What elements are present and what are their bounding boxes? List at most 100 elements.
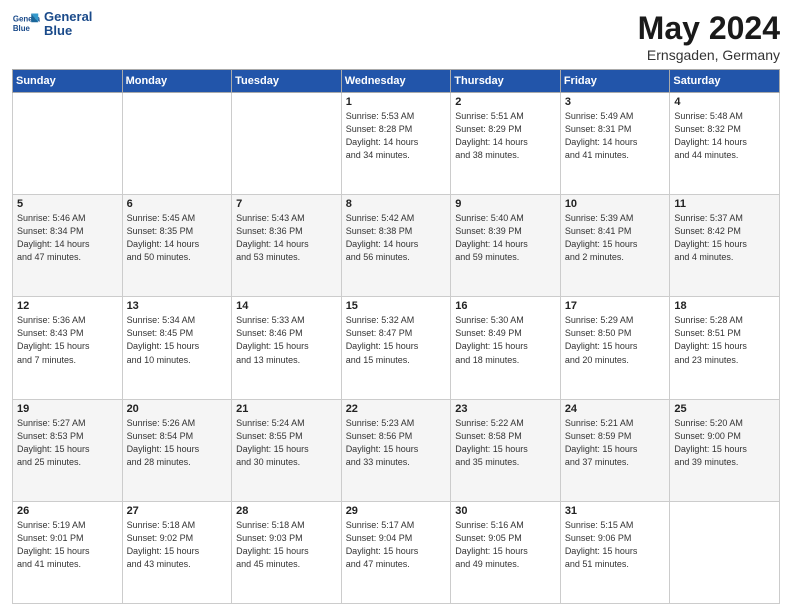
day-number: 22 <box>346 403 447 415</box>
month-title: May 2024 <box>638 10 780 47</box>
day-number: 29 <box>346 505 447 517</box>
day-detail: Sunrise: 5:18 AM Sunset: 9:02 PM Dayligh… <box>127 519 228 571</box>
day-detail: Sunrise: 5:23 AM Sunset: 8:56 PM Dayligh… <box>346 417 447 469</box>
calendar-cell: 12Sunrise: 5:36 AM Sunset: 8:43 PM Dayli… <box>13 297 123 399</box>
day-detail: Sunrise: 5:21 AM Sunset: 8:59 PM Dayligh… <box>565 417 666 469</box>
calendar-cell <box>122 93 232 195</box>
day-detail: Sunrise: 5:32 AM Sunset: 8:47 PM Dayligh… <box>346 314 447 366</box>
calendar-cell: 3Sunrise: 5:49 AM Sunset: 8:31 PM Daylig… <box>560 93 670 195</box>
calendar-header-monday: Monday <box>122 70 232 93</box>
calendar-header-row: SundayMondayTuesdayWednesdayThursdayFrid… <box>13 70 780 93</box>
day-detail: Sunrise: 5:26 AM Sunset: 8:54 PM Dayligh… <box>127 417 228 469</box>
calendar-header-tuesday: Tuesday <box>232 70 342 93</box>
calendar-cell: 9 Sunrise: 5:40 AM Sunset: 8:39 PM Daylig… <box>451 195 561 297</box>
day-detail: Sunrise: 5:40 AM Sunset: 8:39 PM Dayligh… <box>455 212 556 264</box>
day-number: 20 <box>127 403 228 415</box>
calendar-cell: 27Sunrise: 5:18 AM Sunset: 9:02 PM Dayli… <box>122 501 232 603</box>
logo-text-general: General <box>44 10 92 24</box>
day-number: 21 <box>236 403 337 415</box>
day-number: 19 <box>17 403 118 415</box>
calendar-week-row: 12Sunrise: 5:36 AM Sunset: 8:43 PM Dayli… <box>13 297 780 399</box>
location-subtitle: Ernsgaden, Germany <box>638 47 780 63</box>
day-number: 1 <box>346 96 447 108</box>
calendar-cell: 26Sunrise: 5:19 AM Sunset: 9:01 PM Dayli… <box>13 501 123 603</box>
page-container: General Blue General Blue May 2024 Ernsg… <box>0 0 792 612</box>
calendar-cell: 30Sunrise: 5:16 AM Sunset: 9:05 PM Dayli… <box>451 501 561 603</box>
page-header: General Blue General Blue May 2024 Ernsg… <box>12 10 780 63</box>
day-number: 7 <box>236 198 337 210</box>
day-number: 15 <box>346 300 447 312</box>
day-detail: Sunrise: 5:45 AM Sunset: 8:35 PM Dayligh… <box>127 212 228 264</box>
day-number: 4 <box>674 96 775 108</box>
day-detail: Sunrise: 5:46 AM Sunset: 8:34 PM Dayligh… <box>17 212 118 264</box>
day-detail: Sunrise: 5:17 AM Sunset: 9:04 PM Dayligh… <box>346 519 447 571</box>
calendar-cell: 4 Sunrise: 5:48 AM Sunset: 8:32 PM Daylig… <box>670 93 780 195</box>
calendar-cell: 7Sunrise: 5:43 AM Sunset: 8:36 PM Daylig… <box>232 195 342 297</box>
calendar-header-friday: Friday <box>560 70 670 93</box>
day-number: 16 <box>455 300 556 312</box>
day-number: 24 <box>565 403 666 415</box>
day-detail: Sunrise: 5:16 AM Sunset: 9:05 PM Dayligh… <box>455 519 556 571</box>
calendar-cell: 31 Sunrise: 5:15 AM Sunset: 9:06 PM Dayli… <box>560 501 670 603</box>
day-detail: Sunrise: 5:29 AM Sunset: 8:50 PM Dayligh… <box>565 314 666 366</box>
calendar-cell: 16Sunrise: 5:30 AM Sunset: 8:49 PM Dayli… <box>451 297 561 399</box>
day-number: 9 <box>455 198 556 210</box>
calendar-cell <box>13 93 123 195</box>
calendar-header-sunday: Sunday <box>13 70 123 93</box>
day-detail: Sunrise: 5:27 AM Sunset: 8:53 PM Dayligh… <box>17 417 118 469</box>
day-number: 25 <box>674 403 775 415</box>
calendar-cell <box>232 93 342 195</box>
calendar-cell: 29 Sunrise: 5:17 AM Sunset: 9:04 PM Dayli… <box>341 501 451 603</box>
calendar-cell: 1 Sunrise: 5:53 AM Sunset: 8:28 PM Daylig… <box>341 93 451 195</box>
day-detail: Sunrise: 5:15 AM Sunset: 9:06 PM Dayligh… <box>565 519 666 571</box>
day-detail: Sunrise: 5:53 AM Sunset: 8:28 PM Dayligh… <box>346 110 447 162</box>
calendar-cell: 23 Sunrise: 5:22 AM Sunset: 8:58 PM Dayli… <box>451 399 561 501</box>
calendar-cell: 28 Sunrise: 5:18 AM Sunset: 9:03 PM Dayli… <box>232 501 342 603</box>
calendar-header-thursday: Thursday <box>451 70 561 93</box>
calendar-week-row: 26Sunrise: 5:19 AM Sunset: 9:01 PM Dayli… <box>13 501 780 603</box>
calendar-cell: 6 Sunrise: 5:45 AM Sunset: 8:35 PM Daylig… <box>122 195 232 297</box>
calendar-cell: 17Sunrise: 5:29 AM Sunset: 8:50 PM Dayli… <box>560 297 670 399</box>
calendar-cell <box>670 501 780 603</box>
day-number: 14 <box>236 300 337 312</box>
calendar-cell: 10Sunrise: 5:39 AM Sunset: 8:41 PM Dayli… <box>560 195 670 297</box>
calendar-cell: 11 Sunrise: 5:37 AM Sunset: 8:42 PM Dayli… <box>670 195 780 297</box>
day-number: 3 <box>565 96 666 108</box>
calendar-week-row: 5Sunrise: 5:46 AM Sunset: 8:34 PM Daylig… <box>13 195 780 297</box>
calendar-cell: 21Sunrise: 5:24 AM Sunset: 8:55 PM Dayli… <box>232 399 342 501</box>
calendar-week-row: 19 Sunrise: 5:27 AM Sunset: 8:53 PM Dayli… <box>13 399 780 501</box>
day-detail: Sunrise: 5:39 AM Sunset: 8:41 PM Dayligh… <box>565 212 666 264</box>
calendar-cell: 14 Sunrise: 5:33 AM Sunset: 8:46 PM Dayli… <box>232 297 342 399</box>
day-number: 11 <box>674 198 775 210</box>
calendar-week-row: 1 Sunrise: 5:53 AM Sunset: 8:28 PM Daylig… <box>13 93 780 195</box>
day-detail: Sunrise: 5:18 AM Sunset: 9:03 PM Dayligh… <box>236 519 337 571</box>
day-number: 26 <box>17 505 118 517</box>
day-detail: Sunrise: 5:51 AM Sunset: 8:29 PM Dayligh… <box>455 110 556 162</box>
calendar-cell: 18 Sunrise: 5:28 AM Sunset: 8:51 PM Dayli… <box>670 297 780 399</box>
day-detail: Sunrise: 5:37 AM Sunset: 8:42 PM Dayligh… <box>674 212 775 264</box>
day-number: 2 <box>455 96 556 108</box>
day-number: 18 <box>674 300 775 312</box>
logo-text-blue: Blue <box>44 24 92 38</box>
day-number: 6 <box>127 198 228 210</box>
day-detail: Sunrise: 5:48 AM Sunset: 8:32 PM Dayligh… <box>674 110 775 162</box>
calendar-cell: 22 Sunrise: 5:23 AM Sunset: 8:56 PM Dayli… <box>341 399 451 501</box>
day-detail: Sunrise: 5:28 AM Sunset: 8:51 PM Dayligh… <box>674 314 775 366</box>
calendar-header-saturday: Saturday <box>670 70 780 93</box>
logo-icon: General Blue <box>12 10 40 38</box>
day-number: 31 <box>565 505 666 517</box>
logo: General Blue General Blue <box>12 10 92 39</box>
day-detail: Sunrise: 5:33 AM Sunset: 8:46 PM Dayligh… <box>236 314 337 366</box>
calendar-cell: 24 Sunrise: 5:21 AM Sunset: 8:59 PM Dayli… <box>560 399 670 501</box>
calendar-cell: 19 Sunrise: 5:27 AM Sunset: 8:53 PM Dayli… <box>13 399 123 501</box>
calendar-cell: 5Sunrise: 5:46 AM Sunset: 8:34 PM Daylig… <box>13 195 123 297</box>
day-number: 23 <box>455 403 556 415</box>
calendar-table: SundayMondayTuesdayWednesdayThursdayFrid… <box>12 69 780 604</box>
day-detail: Sunrise: 5:22 AM Sunset: 8:58 PM Dayligh… <box>455 417 556 469</box>
calendar-cell: 20 Sunrise: 5:26 AM Sunset: 8:54 PM Dayli… <box>122 399 232 501</box>
svg-text:Blue: Blue <box>13 24 31 33</box>
calendar-cell: 8Sunrise: 5:42 AM Sunset: 8:38 PM Daylig… <box>341 195 451 297</box>
calendar-header-wednesday: Wednesday <box>341 70 451 93</box>
day-number: 28 <box>236 505 337 517</box>
day-detail: Sunrise: 5:42 AM Sunset: 8:38 PM Dayligh… <box>346 212 447 264</box>
